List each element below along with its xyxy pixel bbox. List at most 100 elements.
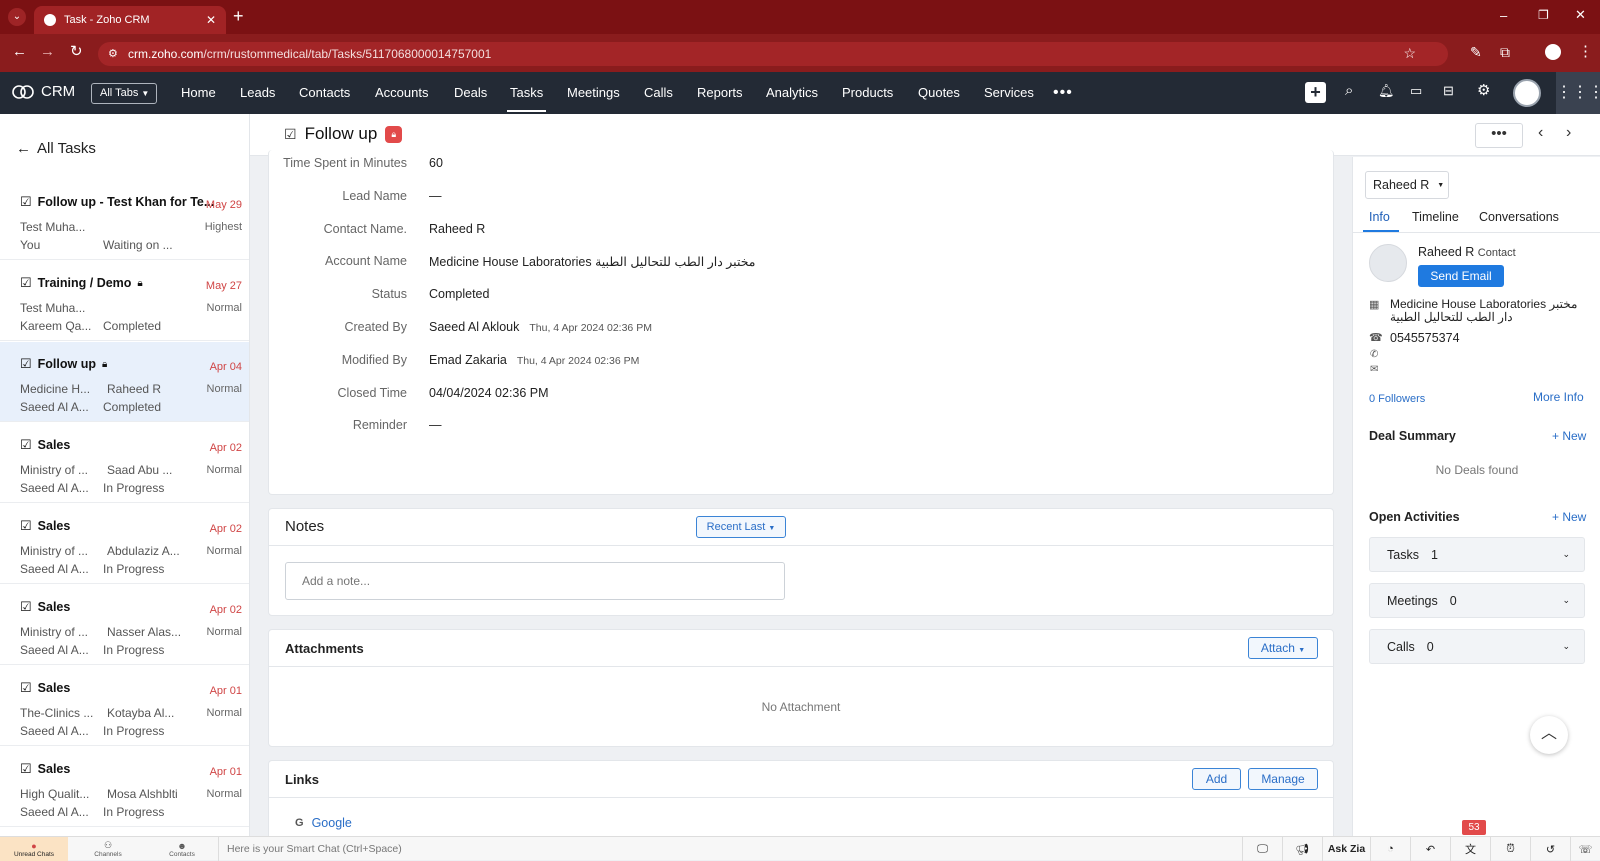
add-note-input[interactable] xyxy=(285,562,785,600)
history-icon[interactable]: ↺ xyxy=(1530,837,1570,861)
notes-sort-dropdown[interactable]: Recent Last ▼ xyxy=(696,516,786,538)
calendar-icon[interactable]: ▭ xyxy=(1410,83,1422,99)
zia-icon[interactable]: ◔ xyxy=(1370,837,1410,861)
new-tab-icon[interactable]: + xyxy=(233,6,244,27)
new-deal-link[interactable]: + New xyxy=(1552,429,1586,443)
prev-record-icon[interactable]: ‹ xyxy=(1538,124,1543,142)
nav-accounts[interactable]: Accounts xyxy=(375,72,428,114)
task-list-item[interactable]: ☑ Follow up - Test Khan for Te... May 29 Hi… xyxy=(0,180,249,260)
task-list-item[interactable]: ☑ Sales Apr 02 Normal Ministry of ... Saad Ab… xyxy=(0,423,249,503)
activity-tasks[interactable]: Tasks 1 ⌄ xyxy=(1369,537,1585,572)
announcement-icon[interactable]: 📢︎ xyxy=(1282,837,1322,861)
task-list-item[interactable]: ☑ Sales Apr 01 Normal High Qualit... Mosa Als… xyxy=(0,747,249,827)
field-value[interactable]: Medicine House Laboratories مختبر دار ال… xyxy=(429,254,756,269)
search-icon[interactable]: ⌕ xyxy=(1345,82,1353,99)
minimize-icon[interactable]: – xyxy=(1500,8,1507,23)
links-add-button[interactable]: Add xyxy=(1192,768,1241,790)
field-value[interactable]: Raheed R xyxy=(429,222,485,236)
nav-analytics[interactable]: Analytics xyxy=(766,72,818,114)
attach-button[interactable]: Attach ▼ xyxy=(1248,637,1318,659)
task-list-item[interactable]: ☑ Sales Apr 02 Normal Ministry of ... Nasser … xyxy=(0,585,249,665)
google-link[interactable]: G Google xyxy=(295,816,352,830)
task-item-priority: Normal xyxy=(206,302,242,314)
scroll-to-top-button[interactable]: ︿ xyxy=(1530,716,1568,754)
ask-zia-button[interactable]: Ask Zia xyxy=(1322,837,1370,861)
new-activity-link[interactable]: + New xyxy=(1552,510,1586,524)
chat-icon[interactable]: ☏ xyxy=(1570,837,1600,861)
task-list-item[interactable]: ☑ Sales Apr 01 Normal The-Clinics ... Kotayba… xyxy=(0,666,249,746)
nav-contacts[interactable]: Contacts xyxy=(299,72,350,114)
nav-calls[interactable]: Calls xyxy=(644,72,673,114)
account-name-link[interactable]: Medicine House Laboratories مختبر دار ال… xyxy=(1390,298,1590,324)
browser-tab-active[interactable]: Task - Zoho CRM ✕ xyxy=(34,6,226,34)
nav-home[interactable]: Home xyxy=(181,72,216,114)
task-item-date: Apr 04 xyxy=(209,361,242,373)
forward-icon[interactable]: → xyxy=(40,43,55,60)
tab-info[interactable]: Info xyxy=(1369,210,1390,224)
nav-quotes[interactable]: Quotes xyxy=(918,72,960,114)
translate-icon[interactable]: 文 xyxy=(1450,837,1490,861)
site-info-icon[interactable]: ⚙ xyxy=(108,47,118,60)
links-title: Links xyxy=(285,772,319,787)
channels-button[interactable]: ⚇ Channels xyxy=(72,837,144,861)
owner-dropdown[interactable]: Raheed R ▼ xyxy=(1365,171,1449,199)
nav-tasks[interactable]: Tasks xyxy=(506,72,547,114)
field-value[interactable]: Emad Zakaria Thu, 4 Apr 2024 02:36 PM xyxy=(429,353,639,367)
back-icon[interactable]: ← xyxy=(12,43,27,60)
task-list-item[interactable]: ☑ Sales Apr 02 Normal Ministry of ... Abdulaz… xyxy=(0,504,249,584)
restore-icon[interactable]: ❐ xyxy=(1538,8,1549,22)
contact-name-link[interactable]: Raheed R xyxy=(1418,245,1474,259)
contacts-button[interactable]: ☻ Contacts xyxy=(146,837,218,861)
reload-icon[interactable]: ↻ xyxy=(70,42,83,60)
crm-logo[interactable]: CRM xyxy=(12,83,75,100)
bookmark-star-icon[interactable]: ☆ xyxy=(1403,45,1416,62)
extensions-icon[interactable]: ⧉ xyxy=(1500,44,1510,61)
tab-search-icon[interactable]: ⌄ xyxy=(8,8,26,26)
more-actions-button[interactable]: ••• xyxy=(1475,123,1523,148)
create-plus-icon[interactable]: + xyxy=(1305,82,1326,103)
marketplace-icon[interactable]: ⊟ xyxy=(1443,83,1454,99)
field-value[interactable]: — xyxy=(429,189,442,203)
nav-meetings[interactable]: Meetings xyxy=(567,72,620,114)
all-tasks-back-link[interactable]: ← All Tasks xyxy=(16,140,96,157)
edit-pen-icon[interactable]: ✎ xyxy=(1470,44,1482,61)
address-bar[interactable]: ⚙ crm.zoho.com/crm/rustommedical/tab/Tas… xyxy=(98,42,1448,66)
more-info-link[interactable]: More Info xyxy=(1533,390,1584,404)
activity-meetings[interactable]: Meetings 0 ⌄ xyxy=(1369,583,1585,618)
all-tabs-dropdown[interactable]: All Tabs ▼ xyxy=(91,83,157,104)
send-email-button[interactable]: Send Email xyxy=(1418,265,1504,287)
nav-leads[interactable]: Leads xyxy=(240,72,275,114)
smart-chat-input[interactable]: Here is your Smart Chat (Ctrl+Space) xyxy=(218,837,1242,861)
field-value[interactable]: 04/04/2024 02:36 PM xyxy=(429,386,549,400)
task-list-item[interactable]: ☑ Follow up 🔒︎ Apr 04 Normal Medicine H... Rah… xyxy=(0,342,249,422)
next-record-icon[interactable]: › xyxy=(1566,124,1571,142)
more-tabs-icon[interactable]: ••• xyxy=(1053,72,1073,114)
nav-deals[interactable]: Deals xyxy=(454,72,487,114)
screen-share-icon[interactable]: 🖵︎ xyxy=(1242,837,1282,861)
alarm-icon[interactable]: ⏰︎ xyxy=(1490,837,1530,861)
undo-icon[interactable]: ↶ xyxy=(1410,837,1450,861)
activity-calls[interactable]: Calls 0 ⌄ xyxy=(1369,629,1585,664)
contact-phone[interactable]: 0545575374 xyxy=(1390,331,1460,345)
settings-gear-icon[interactable]: ⚙ xyxy=(1477,81,1490,99)
nav-products[interactable]: Products xyxy=(842,72,893,114)
field-value[interactable]: Saeed Al Aklouk Thu, 4 Apr 2024 02:36 PM xyxy=(429,320,652,334)
apps-grid-icon[interactable]: ⋮⋮⋮ xyxy=(1556,72,1600,114)
browser-menu-icon[interactable]: ⋮ xyxy=(1578,42,1593,60)
tab-conversations[interactable]: Conversations xyxy=(1479,210,1559,224)
close-window-icon[interactable]: ✕ xyxy=(1575,7,1586,23)
field-value[interactable]: — xyxy=(429,418,442,432)
user-avatar[interactable] xyxy=(1513,79,1541,107)
field-value[interactable]: Completed xyxy=(429,287,489,301)
close-tab-icon[interactable]: ✕ xyxy=(206,13,216,27)
tab-timeline[interactable]: Timeline xyxy=(1412,210,1459,224)
notification-bell-icon[interactable]: 🔔︎ xyxy=(1378,83,1395,99)
nav-services[interactable]: Services xyxy=(984,72,1034,114)
nav-reports[interactable]: Reports xyxy=(697,72,743,114)
followers-link[interactable]: 0 Followers xyxy=(1369,393,1425,405)
field-value[interactable]: 60 xyxy=(429,156,443,170)
links-manage-button[interactable]: Manage xyxy=(1248,768,1318,790)
profile-icon[interactable] xyxy=(1545,44,1561,60)
task-list-item[interactable]: ☑ Training / Demo 🔒︎ May 27 Normal Test Muha.… xyxy=(0,261,249,341)
unread-chats-button[interactable]: ● Unread Chats xyxy=(0,837,68,861)
